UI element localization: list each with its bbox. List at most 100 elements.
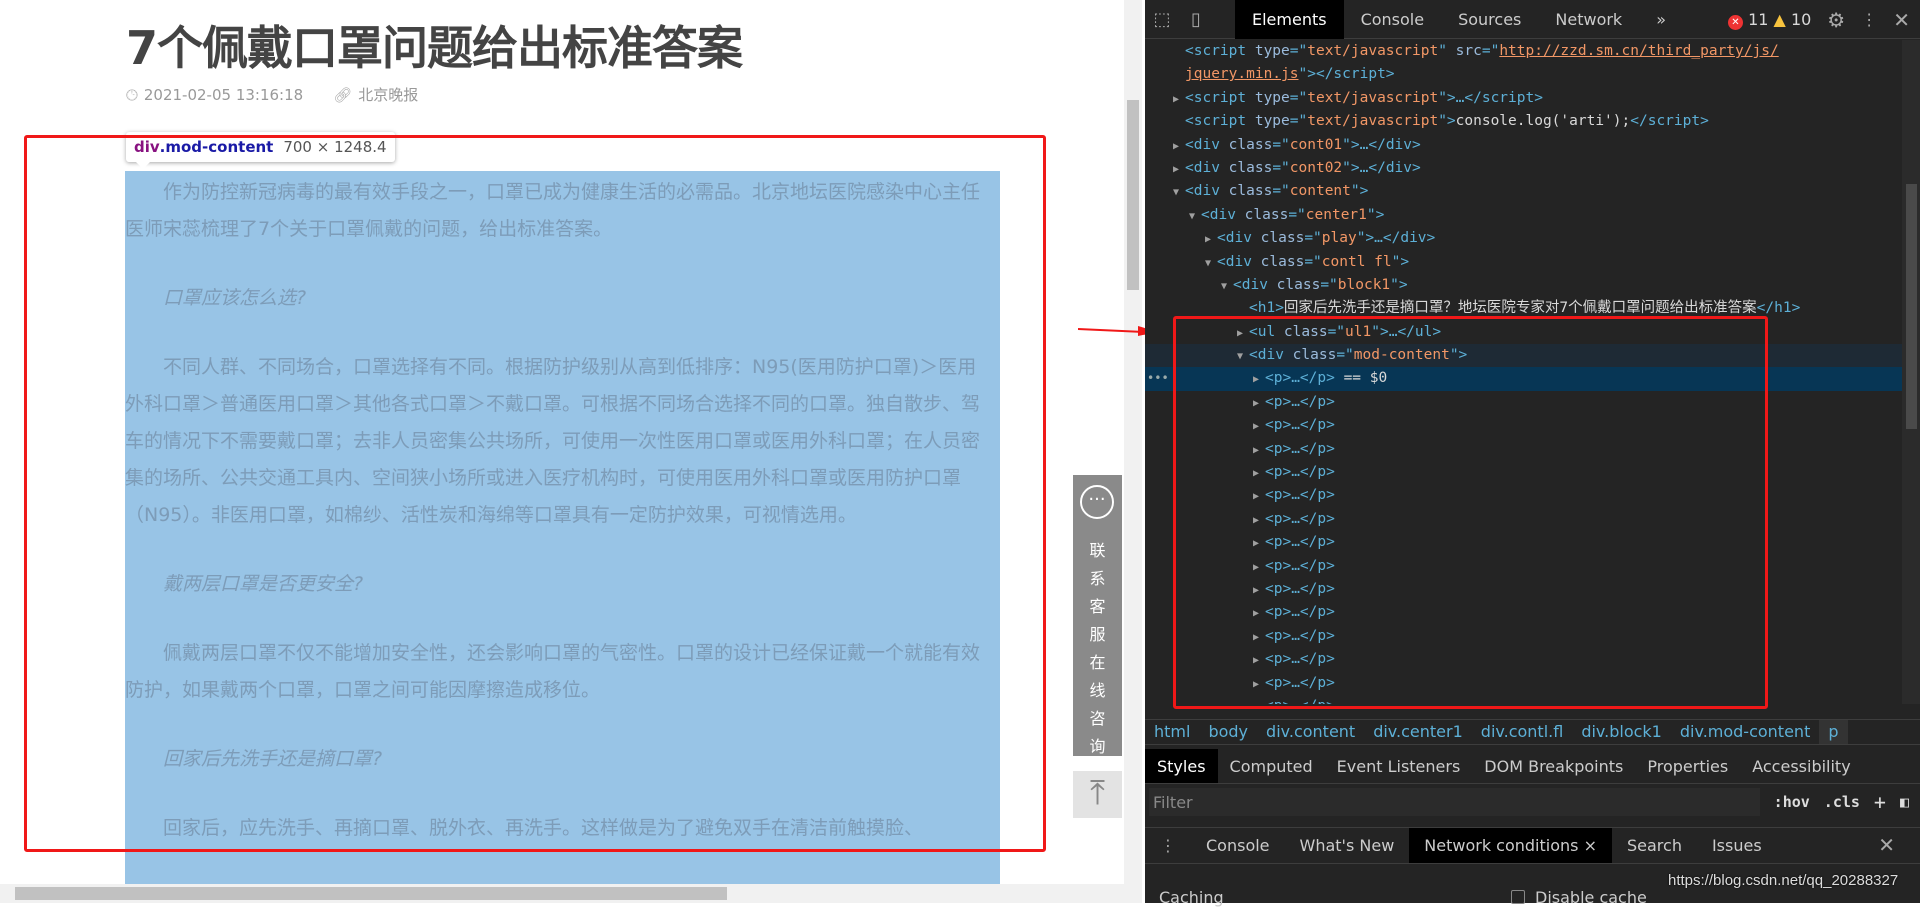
drawer-tab-label: Network conditions — [1424, 836, 1579, 855]
expand-triangle-icon[interactable]: ▶ — [1205, 228, 1217, 251]
dom-token: =" — [1289, 89, 1308, 106]
dom-token: =" — [1481, 43, 1500, 59]
collapse-triangle-icon[interactable]: ▼ — [1173, 181, 1185, 204]
expand-triangle-icon[interactable]: ▶ — [1173, 88, 1185, 111]
disable-cache-label: Disable cache — [1535, 888, 1647, 907]
gear-icon[interactable]: ⚙ — [1827, 8, 1845, 32]
breadcrumb-item[interactable]: div.contl.fl — [1472, 720, 1573, 744]
web-page: 7个佩戴口罩问题给出标准答案 🕒︎ 2021-02-05 13:16:18 🔗︎ 北… — [0, 0, 1124, 884]
device-toggle-icon[interactable]: ▯ — [1179, 9, 1213, 30]
add-rule-icon[interactable]: + — [1874, 790, 1886, 814]
annotation-box-devtools — [1173, 316, 1768, 709]
warning-icon: ▲ — [1773, 9, 1786, 29]
more-menu-icon[interactable]: ⋮ — [1861, 10, 1877, 29]
drawer-tab[interactable]: Console — [1191, 828, 1285, 863]
styles-tab[interactable]: Styles — [1145, 749, 1218, 783]
drawer-tab[interactable]: Network conditions × — [1409, 828, 1612, 863]
breadcrumb-item[interactable]: html — [1145, 720, 1199, 744]
styles-tab[interactable]: Properties — [1635, 749, 1740, 783]
collapse-triangle-icon[interactable]: ▼ — [1221, 275, 1233, 298]
styles-filter-input[interactable] — [1149, 788, 1760, 816]
node-actions-icon[interactable]: ••• — [1147, 367, 1169, 390]
dom-node-row[interactable]: <script type="text/javascript" src="http… — [1145, 40, 1902, 63]
tab-console[interactable]: Console — [1344, 0, 1442, 39]
styles-tab[interactable]: Accessibility — [1740, 749, 1862, 783]
dom-node-row[interactable]: ▶ <div class="play">…</div> — [1145, 227, 1902, 250]
dom-token: <div — [1185, 183, 1229, 200]
inspect-element-icon[interactable]: ⬚ — [1145, 9, 1179, 30]
styles-tab[interactable]: Computed — [1218, 749, 1325, 783]
dom-node-row[interactable]: <script type="text/javascript">console.l… — [1145, 110, 1902, 133]
link-icon: 🔗︎ — [333, 86, 353, 104]
dom-tree-scrollbar[interactable] — [1902, 40, 1920, 704]
breadcrumb: html body div.content div.center1 div.contl.… — [1145, 719, 1920, 745]
article-title: 7个佩戴口罩问题给出标准答案 — [126, 21, 743, 75]
dom-token: 回家后先洗手还是摘口罩？地坛医院专家对7个佩戴口罩问题给出标准答案 — [1283, 300, 1757, 317]
dom-token: class — [1228, 159, 1273, 176]
collapse-triangle-icon[interactable]: ▼ — [1189, 205, 1201, 228]
annotation-box-page — [24, 135, 1046, 852]
expand-triangle-icon[interactable]: ▶ — [1173, 135, 1185, 158]
toggle-sidebar-icon[interactable]: ◧ — [1900, 793, 1909, 811]
dom-token: </script> — [1630, 113, 1709, 130]
styles-tab[interactable]: Event Listeners — [1325, 749, 1473, 783]
error-count[interactable]: ✕ 11 ▲ 10 — [1727, 9, 1811, 30]
breadcrumb-item[interactable]: div.block1 — [1572, 720, 1671, 744]
close-tab-icon[interactable]: × — [1578, 836, 1597, 855]
dom-token: "> — [1438, 113, 1456, 130]
breadcrumb-item[interactable]: div.mod-content — [1671, 720, 1819, 744]
dom-node-row[interactable]: ▶ <div class="cont02">…</div> — [1145, 157, 1902, 180]
breadcrumb-item[interactable]: div.content — [1257, 720, 1364, 744]
dom-node-row[interactable]: jquery.min.js"></script> — [1145, 63, 1902, 86]
dom-token: ">…</script> — [1438, 89, 1543, 106]
drawer-menu-icon[interactable]: ⋮ — [1145, 828, 1191, 863]
dom-token: ">…</div> — [1342, 159, 1421, 176]
dom-token: cont02 — [1289, 159, 1343, 176]
close-drawer-icon[interactable]: ✕ — [1863, 828, 1910, 863]
dom-token: =" — [1289, 113, 1308, 130]
expand-triangle-icon[interactable]: ▶ — [1173, 158, 1185, 181]
article-source[interactable]: 北京晚报 — [358, 86, 418, 104]
breadcrumb-item[interactable]: p — [1819, 720, 1848, 744]
dom-node-row[interactable]: ▶ <div class="cont01">…</div> — [1145, 134, 1902, 157]
dom-token: "> — [1350, 183, 1369, 200]
styles-tab[interactable]: DOM Breakpoints — [1472, 749, 1635, 783]
collapse-triangle-icon[interactable]: ▼ — [1205, 252, 1217, 275]
cls-button[interactable]: .cls — [1824, 793, 1860, 811]
dom-node-row[interactable]: ▼ <div class="block1"> — [1145, 274, 1902, 297]
styles-filter-bar: :hov .cls + ◧ — [1149, 787, 1909, 817]
drawer-tab[interactable]: What's New — [1285, 828, 1410, 863]
dom-token: class — [1276, 276, 1321, 293]
dom-token: type — [1254, 43, 1290, 59]
close-icon[interactable]: ✕ — [1893, 8, 1910, 32]
tab-elements[interactable]: Elements — [1235, 0, 1344, 39]
more-tabs-icon[interactable]: » — [1639, 0, 1683, 39]
drawer-tab[interactable]: Issues — [1697, 828, 1777, 863]
drawer-tab[interactable]: Search — [1612, 828, 1697, 863]
breadcrumb-item[interactable]: div.center1 — [1364, 720, 1472, 744]
dom-token: type — [1254, 113, 1290, 130]
clock-icon: 🕒︎ — [126, 85, 138, 104]
contact-service-button[interactable]: ··· 联系客服在线咨询 — [1073, 475, 1122, 756]
hov-button[interactable]: :hov — [1774, 793, 1810, 811]
dom-node-row[interactable]: ▼ <div class="center1"> — [1145, 204, 1902, 227]
dom-token[interactable]: jquery.min.js — [1185, 66, 1299, 82]
dom-token: <div — [1233, 276, 1277, 293]
dom-token: text/javascript — [1307, 113, 1439, 130]
tab-sources[interactable]: Sources — [1441, 0, 1538, 39]
dom-token: " — [1438, 43, 1456, 59]
dom-node-row[interactable]: ▼ <div class="content"> — [1145, 180, 1902, 203]
page-vertical-scrollbar[interactable] — [1124, 0, 1142, 884]
dom-token: <div — [1217, 230, 1261, 247]
back-to-top-button[interactable]: ⤒ — [1073, 771, 1122, 818]
dom-token: console.log('arti'); — [1455, 113, 1631, 130]
dom-token: class — [1260, 230, 1305, 247]
dom-node-row[interactable]: ▶ <script type="text/javascript">…</scrip… — [1145, 87, 1902, 110]
page-horizontal-scrollbar[interactable] — [0, 884, 1142, 903]
disable-cache-checkbox[interactable] — [1511, 890, 1525, 904]
breadcrumb-item[interactable]: body — [1199, 720, 1257, 744]
dom-token[interactable]: http://zzd.sm.cn/third_party/js/ — [1499, 43, 1778, 59]
dom-node-row[interactable]: ▼ <div class="contl fl"> — [1145, 251, 1902, 274]
dom-token: "> — [1390, 276, 1408, 293]
tab-network[interactable]: Network — [1538, 0, 1639, 39]
